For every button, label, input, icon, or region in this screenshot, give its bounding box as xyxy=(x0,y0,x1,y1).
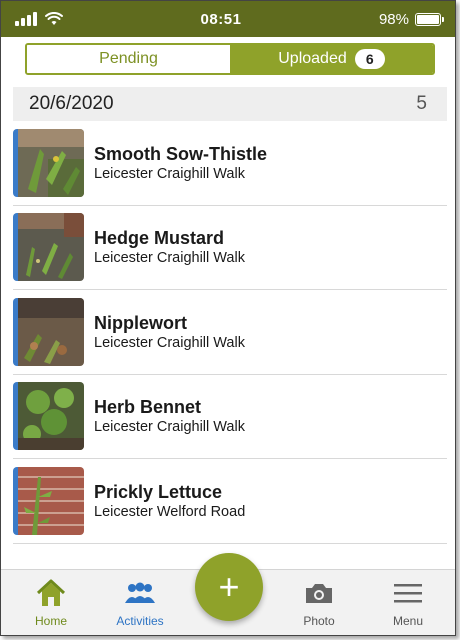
wifi-icon xyxy=(45,12,63,25)
list-item[interactable]: Herb Bennet Leicester Craighill Walk xyxy=(13,375,447,459)
nav-home[interactable]: Home xyxy=(11,578,91,628)
record-text: Smooth Sow-Thistle Leicester Craighill W… xyxy=(94,143,267,183)
record-location: Leicester Craighill Walk xyxy=(94,250,245,267)
upload-status-segmented-control: Pending Uploaded 6 xyxy=(25,43,435,75)
list-item[interactable]: Smooth Sow-Thistle Leicester Craighill W… xyxy=(13,121,447,206)
record-thumbnail xyxy=(13,382,84,451)
signal-icon xyxy=(15,12,37,26)
record-thumbnail xyxy=(13,128,84,197)
date-group-count: 5 xyxy=(416,93,427,114)
nav-photo-label: Photo xyxy=(303,614,335,628)
record-location: Leicester Craighill Walk xyxy=(94,419,245,436)
record-text: Herb Bennet Leicester Craighill Walk xyxy=(94,396,245,436)
battery-icon xyxy=(415,12,444,26)
hamburger-icon xyxy=(394,578,422,608)
list-item[interactable]: Nipplewort Leicester Craighill Walk xyxy=(13,290,447,375)
nav-home-label: Home xyxy=(34,614,67,628)
battery-fill xyxy=(417,14,439,24)
record-thumbnail xyxy=(13,297,84,366)
list-item[interactable]: Prickly Lettuce Leicester Welford Road xyxy=(13,459,447,544)
tab-pending[interactable]: Pending xyxy=(27,45,230,73)
record-text: Nipplewort Leicester Craighill Walk xyxy=(94,312,245,352)
record-location: Leicester Craighill Walk xyxy=(94,334,245,351)
record-text: Prickly Lettuce Leicester Welford Road xyxy=(94,481,245,521)
status-time: 08:51 xyxy=(200,10,242,28)
nav-activities[interactable]: Activities xyxy=(100,578,180,628)
tab-pending-label: Pending xyxy=(99,50,158,67)
tab-uploaded[interactable]: Uploaded 6 xyxy=(230,45,433,73)
record-title: Hedge Mustard xyxy=(94,228,225,249)
battery-percent: 98% xyxy=(378,10,409,28)
record-title: Nipplewort xyxy=(94,312,187,333)
nav-menu[interactable]: Menu xyxy=(368,578,448,628)
nav-activities-label: Activities xyxy=(116,614,164,628)
record-text: Hedge Mustard Leicester Craighill Walk xyxy=(94,227,245,267)
list-item[interactable]: Hedge Mustard Leicester Craighill Walk xyxy=(13,206,447,290)
camera-icon xyxy=(304,578,334,608)
app-frame: 08:51 98% Pending Uploaded 6 20/6/2020 5 xyxy=(0,0,456,636)
date-group-date: 20/6/2020 xyxy=(29,93,114,114)
date-group-header: 20/6/2020 5 xyxy=(13,87,447,121)
nav-menu-label: Menu xyxy=(392,614,424,628)
record-thumbnail xyxy=(13,213,84,282)
record-location: Leicester Craighill Walk xyxy=(94,165,245,182)
record-location: Leicester Welford Road xyxy=(94,503,246,520)
plus-icon: + xyxy=(218,566,240,607)
record-title: Prickly Lettuce xyxy=(94,481,223,502)
record-title: Smooth Sow-Thistle xyxy=(94,143,267,164)
tab-uploaded-label: Uploaded xyxy=(278,50,347,67)
records-list: Smooth Sow-Thistle Leicester Craighill W… xyxy=(13,121,447,544)
status-bar: 08:51 98% xyxy=(1,1,455,37)
uploaded-count-badge: 6 xyxy=(354,49,385,69)
record-title: Herb Bennet xyxy=(94,397,202,418)
status-right: 98% xyxy=(378,10,444,28)
status-left xyxy=(15,12,63,26)
people-icon xyxy=(123,578,157,608)
home-icon xyxy=(36,578,66,608)
add-record-button[interactable]: + xyxy=(195,553,263,621)
record-thumbnail xyxy=(13,466,84,535)
nav-photo[interactable]: Photo xyxy=(279,578,359,628)
